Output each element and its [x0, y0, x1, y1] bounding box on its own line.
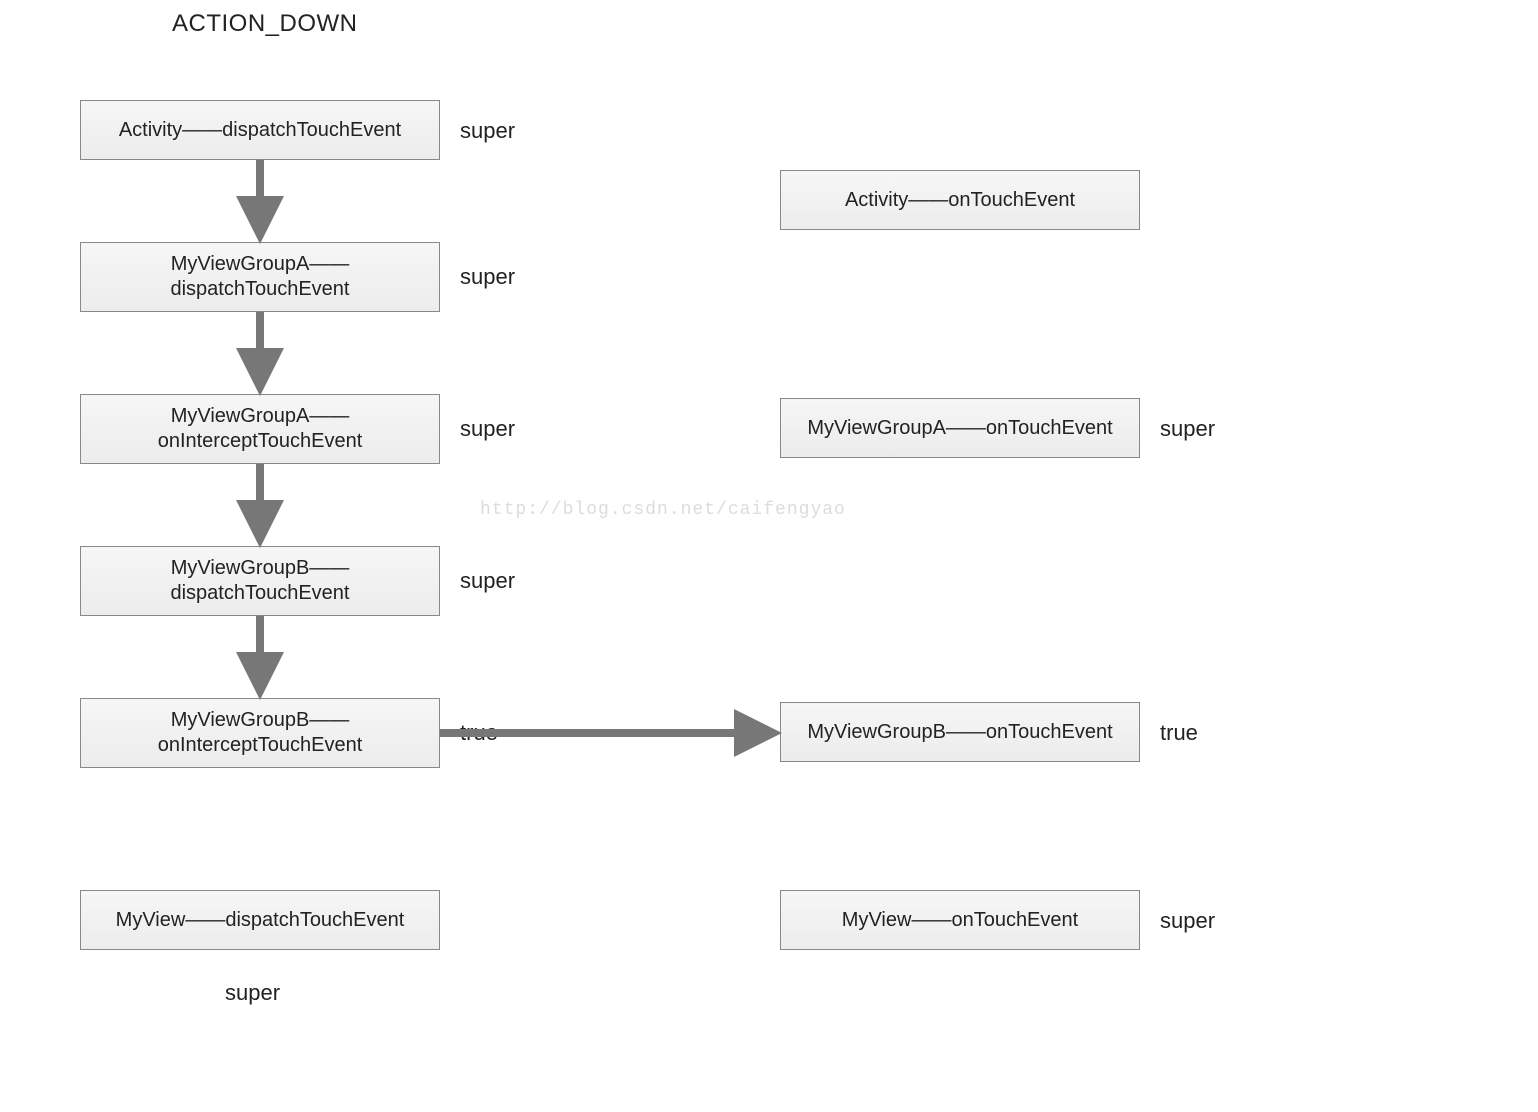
- arrows-svg: [0, 0, 1538, 1112]
